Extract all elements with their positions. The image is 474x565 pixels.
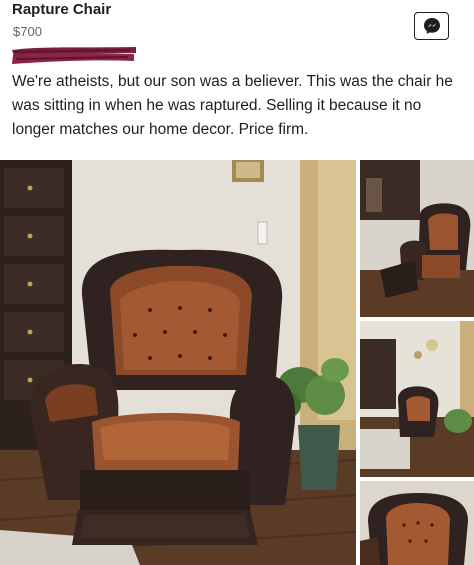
listing-title: Rapture Chair [12,1,112,18]
messenger-icon [423,18,440,34]
thumbnail-3[interactable] [360,481,474,565]
listing-price: $700 [13,24,42,39]
listing-description: We're atheists, but our son was a believ… [12,73,453,138]
thumbnail-2[interactable] [360,321,474,477]
photo-gallery [0,160,474,565]
thumbnail-1[interactable] [360,160,474,317]
message-seller-button[interactable] [414,12,449,40]
main-photo[interactable] [0,160,356,565]
redaction-scribble [12,47,136,64]
